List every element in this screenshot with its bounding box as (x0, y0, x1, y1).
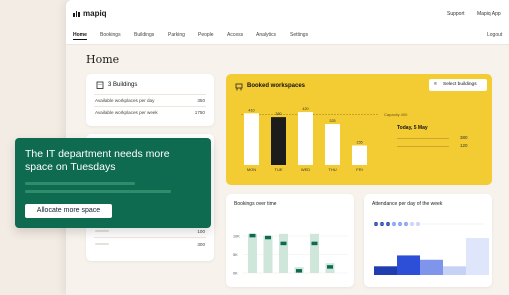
booked-workspaces-card[interactable]: Booked workspaces ≡ Select buildings Cap… (226, 74, 492, 185)
bar-light (310, 233, 319, 273)
attendance-bar (443, 266, 466, 275)
booked-workspaces-chart: Capacity 400 410 MON 380 TUE 420 WED 325 THU 155 F… (241, 107, 408, 172)
divider (94, 106, 206, 107)
nav-parking[interactable]: Parking (168, 32, 185, 38)
logo-icon (73, 10, 80, 17)
tick-label: MON (247, 167, 256, 172)
banner-line (25, 182, 135, 185)
attendance-chart (374, 222, 489, 275)
nav-buildings[interactable]: Buildings (134, 32, 154, 38)
data-label: 155 (356, 140, 362, 144)
bar-marker (327, 265, 333, 269)
building-icon (96, 81, 104, 89)
placeholder-line (95, 230, 109, 232)
bar-tue (271, 117, 286, 165)
mapiq-app-link[interactable]: Mapiq App (477, 11, 501, 17)
bar-marker (265, 235, 271, 240)
support-link[interactable]: Support (447, 11, 465, 17)
capacity-label: Capacity 400 (384, 112, 408, 117)
y-tick-label: 5K (233, 253, 238, 257)
nav-people[interactable]: People (198, 32, 214, 38)
logo-text: mapiq (83, 9, 107, 18)
bookings-over-time-chart: 10K 5K 0K (233, 233, 348, 276)
page-title: Home (86, 53, 120, 66)
nav-home[interactable]: Home (73, 32, 87, 40)
row-value: 300 (197, 242, 205, 247)
data-label: 325 (329, 119, 335, 123)
tick-label: WED (301, 167, 310, 172)
bar-mon (244, 113, 259, 165)
top-bar: mapiq Support Mapiq App (66, 0, 509, 28)
y-tick-label: 0K (233, 272, 238, 276)
bar-light (263, 235, 273, 273)
bar-fri (352, 145, 367, 165)
bar-marker (296, 269, 302, 273)
nav-access[interactable]: Access (227, 32, 243, 38)
nav-settings[interactable]: Settings (290, 32, 308, 38)
placeholder-line (95, 243, 109, 245)
row-value: 350 (197, 98, 205, 103)
data-label: 410 (248, 108, 254, 112)
row-label: Available workplaces per day (95, 98, 155, 103)
bar-thu (325, 124, 340, 165)
allocate-more-space-button[interactable]: Allocate more space (25, 204, 112, 218)
bar-marker (311, 241, 318, 246)
bookings-over-time-card[interactable]: Bookings over time 10K 5K 0K (226, 194, 354, 287)
bar-wed (298, 112, 313, 165)
buildings-card[interactable]: 3 Buildings Available workplaces per day… (86, 74, 214, 126)
row-value: 100 (197, 229, 205, 234)
divider (94, 94, 206, 95)
today-value-1: 380 (460, 135, 468, 140)
data-label: 380 (275, 112, 281, 116)
y-tick-label: 10K (233, 235, 240, 239)
attendance-bar (397, 255, 420, 275)
banner-line (25, 190, 171, 193)
tick-label: FRI (356, 167, 362, 172)
row-label: Available workplaces per week (95, 110, 158, 115)
buildings-title: 3 Buildings (108, 82, 138, 88)
attendance-bar (466, 238, 489, 275)
today-value-2: 120 (460, 143, 468, 148)
main-nav: Home Bookings Buildings Parking People A… (66, 28, 509, 45)
legend-line (397, 138, 449, 139)
attendance-card[interactable]: Attendance per day of the week (364, 194, 492, 287)
tick-label: THU (328, 167, 336, 172)
row-value: 1750 (194, 110, 205, 115)
today-label: Today, 5 May (397, 125, 428, 131)
data-label: 420 (302, 107, 308, 111)
nav-bookings[interactable]: Bookings (100, 32, 121, 38)
tick-label: TUE (275, 167, 283, 172)
promo-banner: The IT department needs more space on Tu… (15, 138, 211, 228)
banner-title: The IT department needs more space on Tu… (25, 148, 170, 173)
bar-marker (249, 233, 256, 238)
bar-light (248, 233, 257, 273)
nav-analytics[interactable]: Analytics (256, 32, 276, 38)
bar-marker (280, 241, 287, 246)
attendance-bar (420, 259, 443, 275)
attendance-bar (374, 266, 397, 275)
legend-line (397, 146, 449, 147)
bar-light (279, 233, 288, 273)
divider (94, 237, 206, 238)
logo[interactable]: mapiq (73, 9, 107, 18)
logout-link[interactable]: Logout (487, 32, 502, 38)
